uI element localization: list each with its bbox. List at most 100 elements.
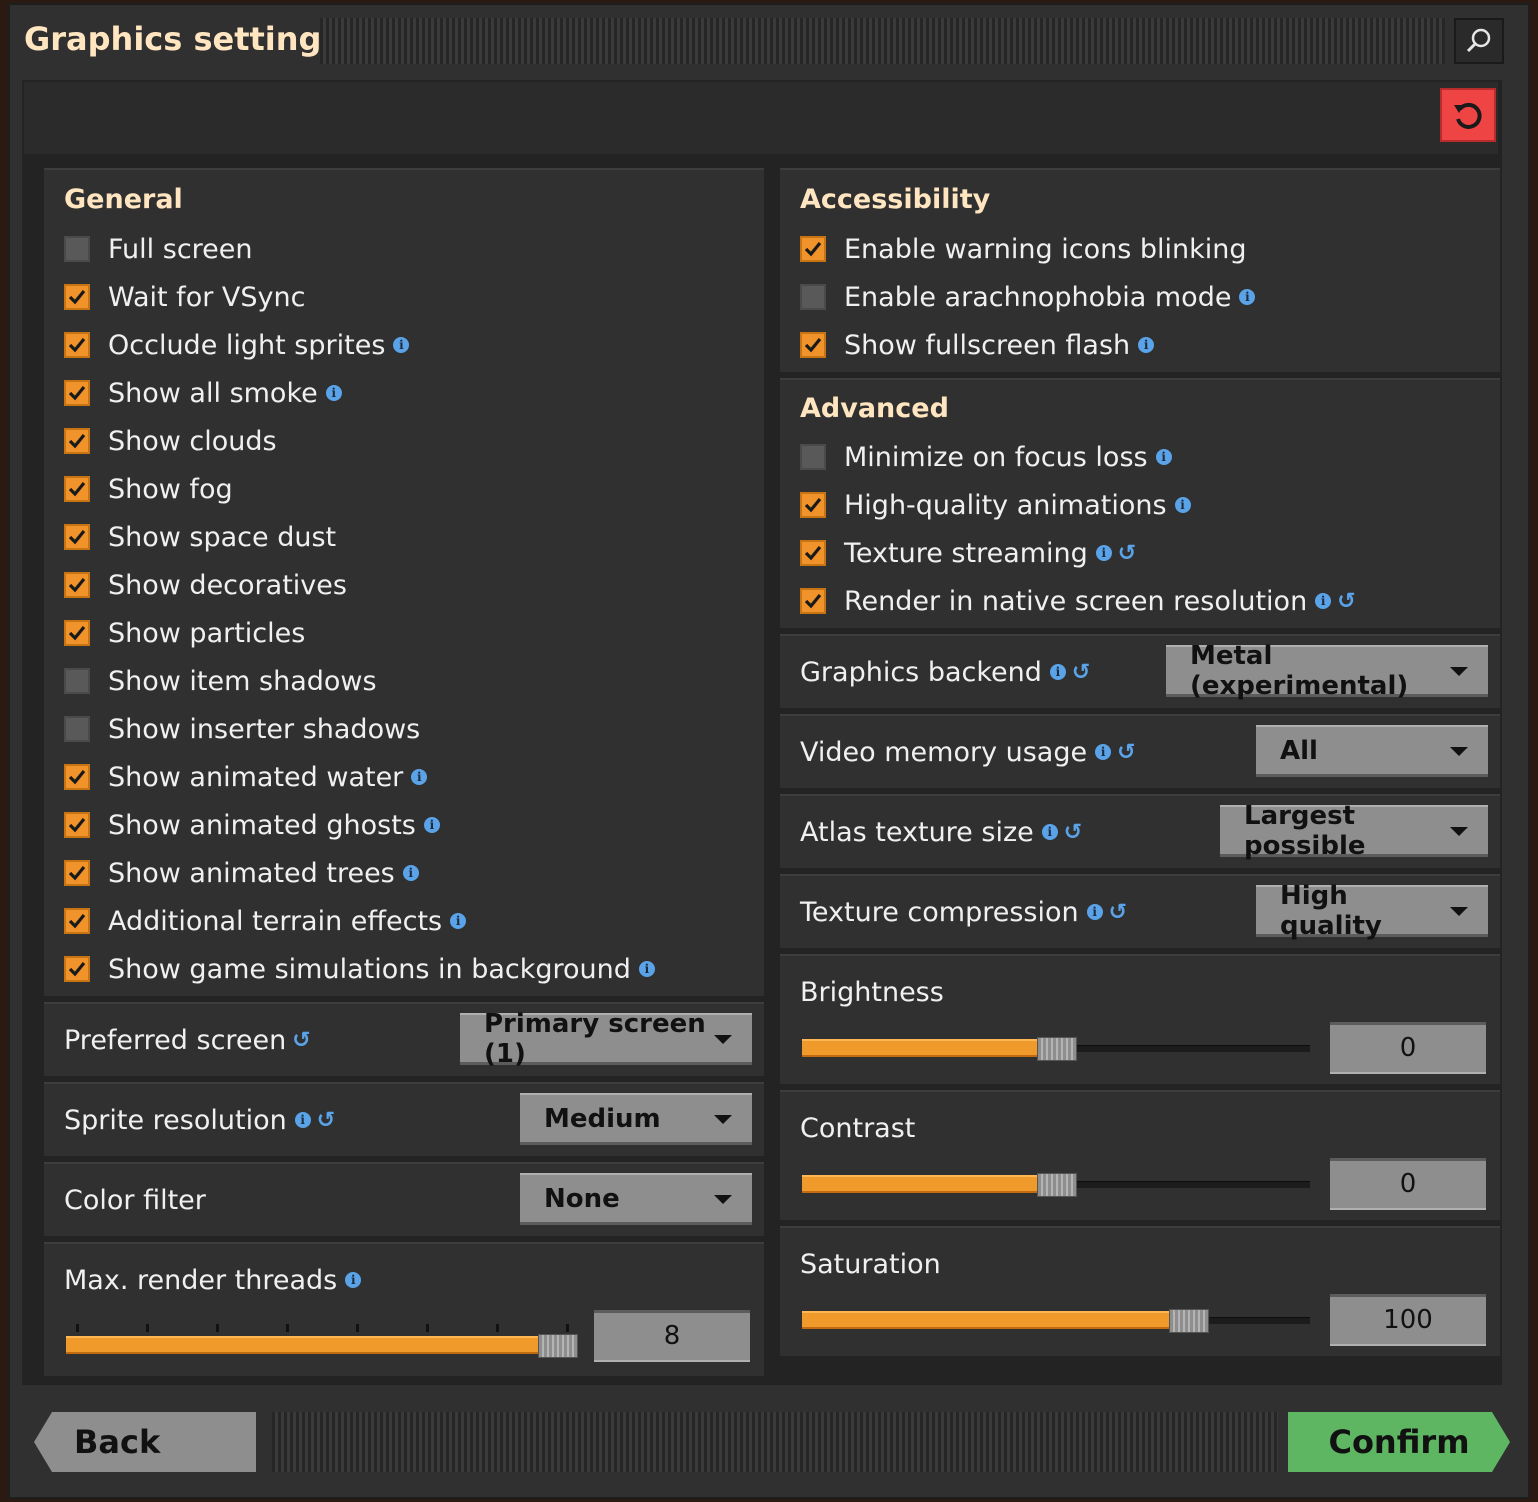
texture-compression-dropdown[interactable]: High quality — [1256, 881, 1488, 941]
option-label: Additional terrain effects — [108, 905, 443, 937]
option-checkbox[interactable] — [800, 588, 826, 614]
option-checkbox[interactable] — [64, 764, 90, 790]
option-checkbox[interactable] — [64, 332, 90, 358]
option-row[interactable]: Additional terrain effects i — [64, 901, 467, 941]
color-filter-dropdown[interactable]: None — [520, 1173, 752, 1225]
info-icon[interactable]: i — [1086, 904, 1103, 920]
option-checkbox[interactable] — [800, 332, 826, 358]
contrast-value-box[interactable]: 0 — [1330, 1158, 1486, 1210]
option-row[interactable]: Occlude light sprites i — [64, 325, 410, 365]
saturation-value-box[interactable]: 100 — [1330, 1294, 1486, 1346]
option-checkbox[interactable] — [64, 572, 90, 598]
slider-handle[interactable] — [1168, 1309, 1209, 1333]
option-checkbox[interactable] — [64, 236, 90, 262]
check-icon — [68, 961, 86, 977]
option-checkbox[interactable] — [800, 236, 826, 262]
option-label: Show item shadows — [108, 665, 377, 697]
option-row[interactable]: Enable warning icons blinking — [800, 229, 1247, 269]
option-row[interactable]: Minimize on focus loss i — [800, 437, 1172, 477]
option-row[interactable]: Show animated trees i — [64, 853, 419, 893]
option-row[interactable]: Show item shadows — [64, 661, 377, 701]
info-icon[interactable]: i — [423, 817, 440, 833]
slider-handle[interactable] — [1037, 1173, 1077, 1197]
option-checkbox[interactable] — [800, 284, 826, 310]
info-icon[interactable]: i — [411, 769, 428, 785]
option-checkbox[interactable] — [64, 668, 90, 694]
info-icon[interactable]: i — [1095, 744, 1112, 760]
info-icon[interactable]: i — [638, 961, 655, 977]
option-row[interactable]: Show all smoke i — [64, 373, 342, 413]
title-drag-handle[interactable] — [320, 18, 1445, 64]
option-row[interactable]: Show particles — [64, 613, 305, 653]
option-row[interactable]: Show fullscreen flash i — [800, 325, 1155, 365]
chevron-down-icon — [1450, 746, 1468, 756]
info-icon[interactable]: i — [1095, 545, 1112, 561]
restart-icon: ↺ — [1117, 739, 1136, 765]
option-row[interactable]: Full screen — [64, 229, 253, 269]
option-checkbox[interactable] — [64, 476, 90, 502]
option-row[interactable]: Show animated water i — [64, 757, 428, 797]
brightness-value: 0 — [1399, 1033, 1417, 1063]
option-row[interactable]: Show inserter shadows — [64, 709, 420, 749]
option-row[interactable]: Show animated ghosts i — [64, 805, 440, 845]
option-checkbox[interactable] — [64, 284, 90, 310]
info-icon[interactable]: i — [402, 865, 419, 881]
info-icon[interactable]: i — [393, 337, 410, 353]
option-row[interactable]: Show game simulations in background i — [64, 949, 655, 989]
reset-button[interactable] — [1440, 88, 1496, 142]
sprite-resolution-dropdown[interactable]: Medium — [520, 1093, 752, 1145]
info-icon[interactable]: i — [450, 913, 467, 929]
option-row[interactable]: Show fog — [64, 469, 233, 509]
option-checkbox[interactable] — [64, 716, 90, 742]
preferred-screen-dropdown[interactable]: Primary screen (1) — [460, 1009, 752, 1069]
option-checkbox[interactable] — [64, 908, 90, 934]
option-row[interactable]: Show clouds — [64, 421, 277, 461]
info-icon[interactable]: i — [1155, 449, 1172, 465]
render-threads-value-box[interactable]: 8 — [594, 1310, 750, 1362]
bottom-drag-handle — [272, 1412, 1278, 1472]
slider-handle[interactable] — [1037, 1037, 1077, 1061]
back-button[interactable]: Back — [34, 1412, 256, 1472]
option-checkbox[interactable] — [800, 444, 826, 470]
option-checkbox[interactable] — [64, 380, 90, 406]
option-row[interactable]: High-quality animations i — [800, 485, 1191, 525]
option-row[interactable]: Enable arachnophobia mode i — [800, 277, 1256, 317]
option-row[interactable]: Show decoratives — [64, 565, 347, 605]
render-threads-label-row: Max. render threads i — [64, 1260, 362, 1300]
toolbar — [24, 82, 1498, 154]
info-icon[interactable]: i — [1049, 664, 1066, 680]
info-icon[interactable]: i — [1239, 289, 1256, 305]
graphics-backend-dropdown[interactable]: Metal (experimental) — [1166, 641, 1488, 701]
video-memory-dropdown[interactable]: All — [1256, 725, 1488, 777]
check-icon — [68, 913, 86, 929]
option-checkbox[interactable] — [64, 860, 90, 886]
option-label: Occlude light sprites — [108, 329, 386, 361]
info-icon[interactable]: i — [1138, 337, 1155, 353]
slider-tick — [356, 1324, 359, 1332]
option-checkbox[interactable] — [64, 620, 90, 646]
chevron-down-icon — [714, 1114, 732, 1124]
info-icon[interactable]: i — [1315, 593, 1332, 609]
option-checkbox[interactable] — [64, 524, 90, 550]
confirm-button[interactable]: Confirm — [1288, 1412, 1510, 1472]
option-row[interactable]: Wait for VSync — [64, 277, 305, 317]
option-row[interactable]: Show space dust — [64, 517, 336, 557]
option-checkbox[interactable] — [64, 956, 90, 982]
option-checkbox[interactable] — [64, 428, 90, 454]
option-checkbox[interactable] — [800, 492, 826, 518]
info-icon[interactable]: i — [325, 385, 342, 401]
option-row[interactable]: Texture streaming i ↺ — [800, 533, 1136, 573]
option-checkbox[interactable] — [800, 540, 826, 566]
info-icon[interactable]: i — [1041, 824, 1058, 840]
option-label: Full screen — [108, 233, 253, 265]
info-icon[interactable]: i — [345, 1272, 362, 1288]
info-icon[interactable]: i — [294, 1112, 311, 1128]
info-icon[interactable]: i — [1174, 497, 1191, 513]
atlas-texture-dropdown[interactable]: Largest possible — [1220, 801, 1488, 861]
slider-handle[interactable] — [538, 1334, 578, 1358]
search-button[interactable] — [1454, 18, 1504, 64]
option-row[interactable]: Render in native screen resolution i ↺ — [800, 581, 1356, 621]
brightness-value-box[interactable]: 0 — [1330, 1022, 1486, 1074]
option-label: Render in native screen resolution — [844, 585, 1308, 617]
option-checkbox[interactable] — [64, 812, 90, 838]
